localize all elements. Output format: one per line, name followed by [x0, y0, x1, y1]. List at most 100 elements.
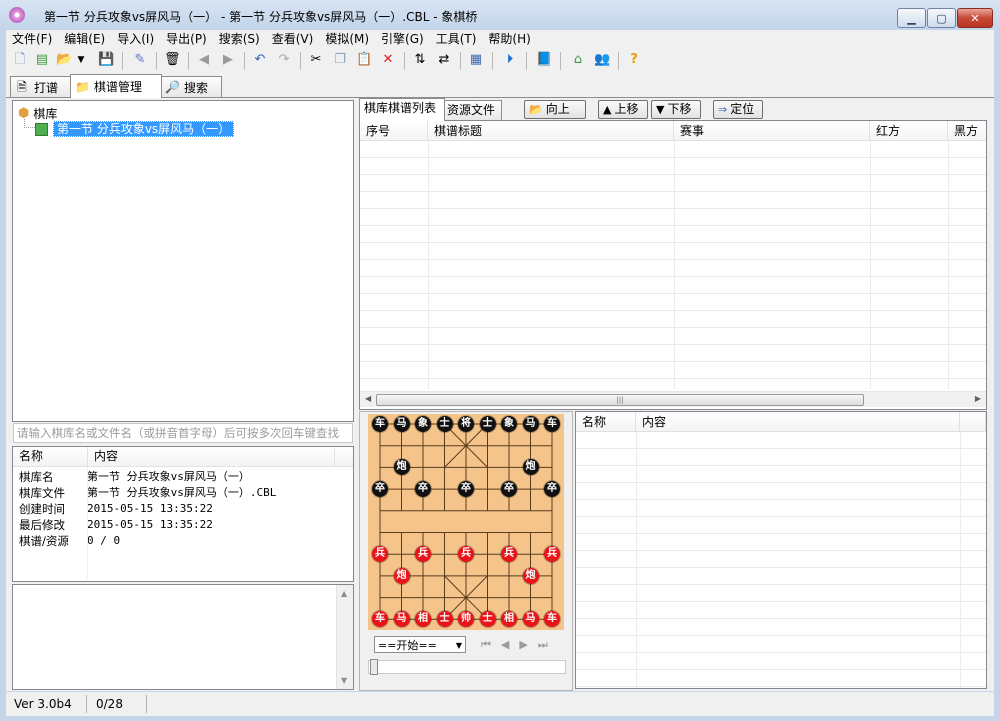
black-piece[interactable]: 士: [436, 416, 453, 432]
move-up-button[interactable]: ▲ 上移: [598, 100, 648, 119]
properties-list[interactable]: 名称 内容: [575, 411, 987, 689]
col-red[interactable]: 红方: [870, 121, 948, 141]
close-button[interactable]: ✕: [957, 8, 993, 28]
notes-scrollbar[interactable]: ▲ ▼: [336, 585, 353, 689]
delete-x-icon[interactable]: ✕: [380, 52, 396, 68]
notes-textarea[interactable]: ▲ ▼: [12, 584, 354, 690]
tab-game-list[interactable]: 棋库棋谱列表: [359, 98, 445, 121]
menu-export[interactable]: 导出(P): [160, 30, 213, 48]
red-piece[interactable]: 士: [479, 611, 496, 628]
info-header-name[interactable]: 名称: [13, 447, 88, 467]
next-move-icon[interactable]: ▶: [519, 638, 537, 651]
black-piece[interactable]: 炮: [393, 459, 410, 476]
help-question-icon[interactable]: ?: [626, 52, 642, 68]
minimize-button[interactable]: ▁: [897, 8, 926, 28]
col-title[interactable]: 棋谱标题: [428, 121, 674, 141]
col-black[interactable]: 黑方: [948, 121, 986, 141]
black-piece[interactable]: 卒: [372, 481, 388, 498]
xiangqi-board[interactable]: 车马象士将士象马车炮炮卒卒卒卒卒兵兵兵兵兵炮炮车马相士帅士相马车: [368, 414, 564, 630]
redo-icon[interactable]: ↷: [276, 52, 292, 68]
tree-child-node[interactable]: 第一节 分兵攻象vs屏风马（一）: [35, 121, 235, 137]
swap-arrows-icon[interactable]: ⇄: [436, 52, 452, 68]
black-piece[interactable]: 卒: [458, 481, 474, 498]
info-header-content[interactable]: 内容: [88, 447, 335, 467]
last-move-icon[interactable]: ⏭: [538, 638, 558, 651]
move-slider[interactable]: [368, 659, 566, 675]
slider-thumb[interactable]: [370, 659, 378, 675]
black-piece[interactable]: 卒: [544, 481, 560, 498]
cut-icon[interactable]: ✂: [308, 52, 324, 68]
undo-icon[interactable]: ↶: [252, 52, 268, 68]
black-piece[interactable]: 象: [415, 416, 431, 432]
tab-resource-files[interactable]: 资源文件: [442, 100, 502, 120]
col-index[interactable]: 序号: [360, 121, 428, 141]
move-select[interactable]: ==开始== ▼: [374, 636, 466, 653]
menu-simulate[interactable]: 模拟(M): [319, 30, 375, 48]
tab-search[interactable]: 🔎 搜索: [160, 76, 222, 97]
users-icon[interactable]: 👥: [594, 52, 610, 68]
prop-gridlines: [576, 432, 986, 688]
prev-move-icon[interactable]: ◀: [501, 638, 519, 651]
book-icon[interactable]: 📘: [536, 52, 552, 68]
paste-icon[interactable]: 📋: [356, 52, 372, 68]
open-dropdown-arrow-icon[interactable]: ▼: [76, 52, 86, 68]
tab-label: 棋谱管理: [94, 80, 143, 94]
scroll-right-arrow-icon[interactable]: ▶: [975, 394, 981, 403]
library-search-input[interactable]: 请输入棋库名或文件名（或拼音首字母）后可按多次回车键查找: [13, 423, 353, 443]
prop-col-name[interactable]: 名称: [576, 412, 636, 432]
copy-icon[interactable]: ❐: [332, 52, 348, 68]
black-piece[interactable]: 马: [522, 416, 539, 432]
black-piece[interactable]: 马: [393, 416, 410, 432]
black-piece[interactable]: 卒: [501, 481, 517, 498]
tab-play[interactable]: 🗎 打谱: [10, 76, 72, 97]
library-tree[interactable]: ⬢ 棋库 第一节 分兵攻象vs屏风马（一）: [12, 100, 354, 422]
scroll-down-arrow-icon[interactable]: ▼: [341, 676, 347, 685]
menu-tools[interactable]: 工具(T): [430, 30, 483, 48]
col-event[interactable]: 赛事: [674, 121, 870, 141]
scroll-thumb[interactable]: |||: [376, 394, 864, 406]
save-icon[interactable]: 💾: [98, 52, 114, 68]
menu-search[interactable]: 搜索(S): [213, 30, 266, 48]
back-circle-icon[interactable]: ◀: [196, 52, 212, 68]
first-move-icon[interactable]: ⏮: [481, 638, 501, 651]
scroll-left-arrow-icon[interactable]: ◀: [365, 394, 371, 403]
forward-circle-icon[interactable]: ▶: [220, 52, 236, 68]
list-hscrollbar[interactable]: ◀ ||| ▶: [360, 391, 986, 407]
play-circle-icon[interactable]: ⏵: [502, 52, 518, 68]
new-list-icon[interactable]: ▤: [34, 52, 50, 68]
edit-page-icon[interactable]: ✎: [132, 52, 148, 68]
red-piece[interactable]: 马: [393, 611, 410, 628]
black-piece[interactable]: 将: [458, 416, 474, 432]
red-piece[interactable]: 炮: [522, 567, 539, 584]
sort-arrows-icon[interactable]: ⇅: [412, 52, 428, 68]
red-piece[interactable]: 炮: [393, 567, 410, 584]
black-piece[interactable]: 士: [479, 416, 496, 432]
black-piece[interactable]: 炮: [522, 459, 539, 476]
menu-edit[interactable]: 编辑(E): [58, 30, 111, 48]
black-piece[interactable]: 卒: [415, 481, 431, 498]
new-file-icon[interactable]: 🗋: [12, 52, 28, 68]
game-list[interactable]: 序号 棋谱标题 赛事 红方 黑方 ◀ ||| ▶: [359, 120, 987, 410]
red-piece[interactable]: 马: [522, 611, 539, 628]
menu-file[interactable]: 文件(F): [6, 30, 58, 48]
tab-library[interactable]: 📁 棋谱管理: [70, 74, 162, 98]
scroll-up-arrow-icon[interactable]: ▲: [341, 589, 347, 598]
red-piece[interactable]: 士: [436, 611, 453, 628]
prop-col-content[interactable]: 内容: [636, 412, 960, 432]
grid-window-icon[interactable]: ▦: [468, 52, 484, 68]
move-down-button[interactable]: ▼ 下移: [651, 100, 701, 119]
maximize-button[interactable]: ▢: [927, 8, 956, 28]
main-tab-strip: 🗎 打谱 📁 棋谱管理 🔎 搜索: [6, 74, 994, 98]
menu-help[interactable]: 帮助(H): [482, 30, 536, 48]
menu-engine[interactable]: 引擎(G): [375, 30, 430, 48]
home-icon[interactable]: ⌂: [570, 52, 586, 68]
trash-icon[interactable]: 🗑: [164, 52, 181, 68]
menu-view[interactable]: 查看(V): [266, 30, 320, 48]
black-piece[interactable]: 车: [544, 416, 560, 432]
black-piece[interactable]: 象: [501, 416, 517, 432]
menu-import[interactable]: 导入(I): [111, 30, 160, 48]
go-up-button[interactable]: 📂 向上: [524, 100, 586, 119]
open-folder-icon[interactable]: 📂: [56, 52, 72, 68]
black-piece[interactable]: 车: [372, 416, 388, 432]
locate-button[interactable]: ⇒ 定位: [713, 100, 763, 119]
